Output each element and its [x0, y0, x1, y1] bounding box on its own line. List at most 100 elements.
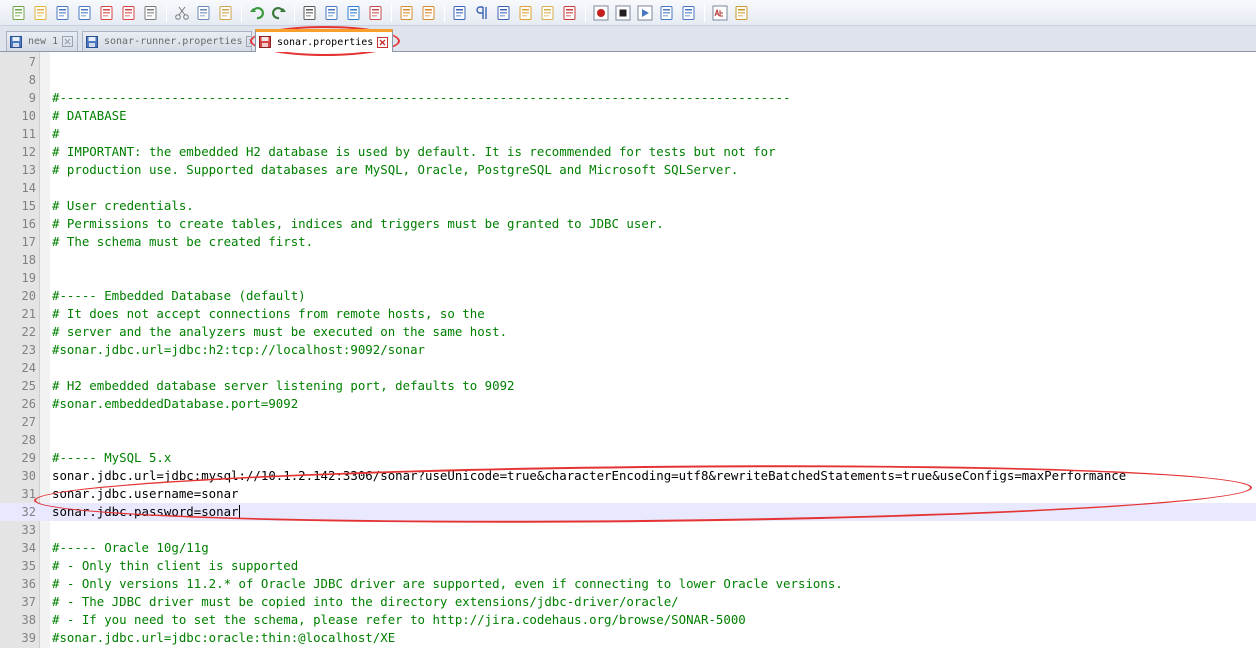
- code-line[interactable]: 26 #sonar.embeddedDatabase.port=9092: [0, 395, 1256, 413]
- code-line[interactable]: 11 #: [0, 125, 1256, 143]
- code-line[interactable]: 22 # server and the analyzers must be exe…: [0, 323, 1256, 341]
- run-macro-multiple-icon[interactable]: [658, 4, 676, 22]
- comment-text[interactable]: # - If you need to set the schema, pleas…: [52, 611, 746, 629]
- comment-text[interactable]: # - The JDBC driver must be copied into …: [52, 593, 679, 611]
- code-line[interactable]: 7: [0, 53, 1256, 71]
- comment-text[interactable]: # User credentials.: [52, 197, 194, 215]
- comment-text[interactable]: #sonar.jdbc.url=jdbc:h2:tcp://localhost:…: [52, 341, 425, 359]
- word-wrap-icon[interactable]: [451, 4, 469, 22]
- code-line[interactable]: 39 #sonar.jdbc.url=jdbc:oracle:thin:@loca…: [0, 629, 1256, 647]
- code-line[interactable]: 20 #----- Embedded Database (default): [0, 287, 1256, 305]
- save-all-icon[interactable]: [76, 4, 94, 22]
- comment-text[interactable]: # production use. Supported databases ar…: [52, 161, 738, 179]
- editor-lines[interactable]: 7 8 9 #------------------------------------…: [0, 53, 1256, 647]
- indent-guide-icon[interactable]: [495, 4, 513, 22]
- show-all-chars-icon[interactable]: [473, 4, 491, 22]
- code-line[interactable]: 30 sonar.jdbc.url=jdbc:mysql://10.1.2.142…: [0, 467, 1256, 485]
- code-line[interactable]: 35 # - Only thin client is supported: [0, 557, 1256, 575]
- user-language-icon[interactable]: [517, 4, 535, 22]
- close-icon[interactable]: [98, 4, 116, 22]
- code-line[interactable]: 24: [0, 359, 1256, 377]
- comment-text[interactable]: #---------------------------------------…: [52, 89, 791, 107]
- extra-icon[interactable]: [733, 4, 751, 22]
- open-file-icon[interactable]: [32, 4, 50, 22]
- cut-icon[interactable]: [173, 4, 191, 22]
- code-line[interactable]: 28: [0, 431, 1256, 449]
- comment-text[interactable]: # Permissions to create tables, indices …: [52, 215, 664, 233]
- zoom-in-icon[interactable]: [345, 4, 363, 22]
- stop-macro-icon[interactable]: [614, 4, 632, 22]
- code-line[interactable]: 34 #----- Oracle 10g/11g: [0, 539, 1256, 557]
- tab-sonar-runner-properties[interactable]: sonar-runner.properties: [82, 31, 252, 51]
- tab-label: sonar.properties: [277, 36, 374, 48]
- paste-icon[interactable]: [217, 4, 235, 22]
- print-icon[interactable]: [142, 4, 160, 22]
- new-file-icon[interactable]: [10, 4, 28, 22]
- code-line[interactable]: 19: [0, 269, 1256, 287]
- comment-text[interactable]: # IMPORTANT: the embedded H2 database is…: [52, 143, 776, 161]
- comment-text[interactable]: # - Only thin client is supported: [52, 557, 298, 575]
- find-icon[interactable]: [301, 4, 319, 22]
- code-line[interactable]: 36 # - Only versions 11.2.* of Oracle JDB…: [0, 575, 1256, 593]
- comment-text[interactable]: #sonar.jdbc.url=jdbc:oracle:thin:@localh…: [52, 629, 395, 647]
- code-text[interactable]: sonar.jdbc.url=jdbc:mysql://10.1.2.142:3…: [52, 467, 1126, 485]
- comment-text[interactable]: #----- Embedded Database (default): [52, 287, 306, 305]
- code-line[interactable]: 10 # DATABASE: [0, 107, 1256, 125]
- comment-text[interactable]: # - Only versions 11.2.* of Oracle JDBC …: [52, 575, 843, 593]
- code-line[interactable]: 23 #sonar.jdbc.url=jdbc:h2:tcp://localhos…: [0, 341, 1256, 359]
- comment-text[interactable]: #: [52, 125, 59, 143]
- comment-text[interactable]: # H2 embedded database server listening …: [52, 377, 515, 395]
- comment-text[interactable]: # server and the analyzers must be execu…: [52, 323, 507, 341]
- copy-icon[interactable]: [195, 4, 213, 22]
- editor[interactable]: 7 8 9 #------------------------------------…: [0, 52, 1256, 648]
- record-macro-icon[interactable]: [592, 4, 610, 22]
- code-line[interactable]: 38 # - If you need to set the schema, ple…: [0, 611, 1256, 629]
- comment-text[interactable]: #sonar.embeddedDatabase.port=9092: [52, 395, 298, 413]
- code-line[interactable]: 33: [0, 521, 1256, 539]
- code-line[interactable]: 29 #----- MySQL 5.x: [0, 449, 1256, 467]
- comment-text[interactable]: #----- MySQL 5.x: [52, 449, 171, 467]
- spell-check-icon[interactable]: [711, 4, 729, 22]
- sync-horizontal-icon[interactable]: [420, 4, 438, 22]
- line-number: 36: [21, 577, 36, 591]
- tab-sonar-properties[interactable]: sonar.properties: [255, 29, 393, 52]
- replace-icon[interactable]: [323, 4, 341, 22]
- code-line[interactable]: 8: [0, 71, 1256, 89]
- comment-text[interactable]: # The schema must be created first.: [52, 233, 313, 251]
- code-line[interactable]: 12 # IMPORTANT: the embedded H2 database …: [0, 143, 1256, 161]
- undo-icon[interactable]: [248, 4, 266, 22]
- code-line[interactable]: 21 # It does not accept connections from …: [0, 305, 1256, 323]
- code-line[interactable]: 9 #--------------------------------------…: [0, 89, 1256, 107]
- code-line[interactable]: 32 sonar.jdbc.password=sonar: [0, 503, 1256, 521]
- comment-text[interactable]: #----- Oracle 10g/11g: [52, 539, 209, 557]
- code-line[interactable]: 37 # - The JDBC driver must be copied int…: [0, 593, 1256, 611]
- code-line[interactable]: 17 # The schema must be created first.: [0, 233, 1256, 251]
- document-map-icon[interactable]: [539, 4, 557, 22]
- zoom-out-icon[interactable]: [367, 4, 385, 22]
- comment-text[interactable]: # It does not accept connections from re…: [52, 305, 485, 323]
- code-line[interactable]: 27: [0, 413, 1256, 431]
- function-list-icon[interactable]: [561, 4, 579, 22]
- code-line[interactable]: 15 # User credentials.: [0, 197, 1256, 215]
- code-line[interactable]: 13 # production use. Supported databases …: [0, 161, 1256, 179]
- close-icon[interactable]: [62, 36, 74, 47]
- sync-vertical-icon[interactable]: [398, 4, 416, 22]
- comment-text[interactable]: # DATABASE: [52, 107, 127, 125]
- play-macro-icon[interactable]: [636, 4, 654, 22]
- redo-icon[interactable]: [270, 4, 288, 22]
- code-line[interactable]: 25 # H2 embedded database server listenin…: [0, 377, 1256, 395]
- code-text[interactable]: sonar.jdbc.password=sonar: [52, 503, 239, 521]
- code-line[interactable]: 14: [0, 179, 1256, 197]
- close-icon[interactable]: [377, 36, 389, 48]
- line-number: 33: [21, 523, 36, 537]
- line-number: 7: [28, 55, 36, 69]
- code-line[interactable]: 18: [0, 251, 1256, 269]
- save-macro-icon[interactable]: [680, 4, 698, 22]
- tab-new-1[interactable]: new 1: [6, 31, 78, 51]
- code-text[interactable]: sonar.jdbc.username=sonar: [52, 485, 239, 503]
- close-all-icon[interactable]: [120, 4, 138, 22]
- code-line[interactable]: 16 # Permissions to create tables, indice…: [0, 215, 1256, 233]
- save-icon[interactable]: [54, 4, 72, 22]
- close-icon[interactable]: [246, 36, 251, 47]
- code-line[interactable]: 31 sonar.jdbc.username=sonar: [0, 485, 1256, 503]
